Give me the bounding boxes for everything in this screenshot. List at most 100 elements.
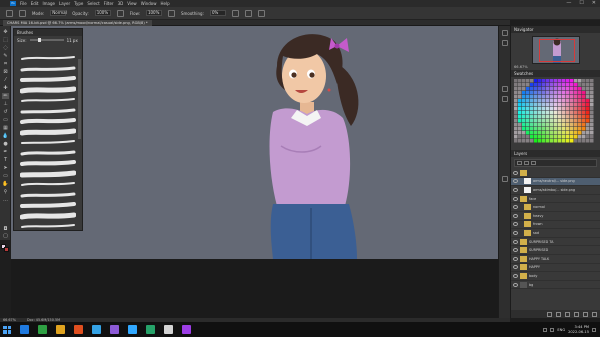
color-swatch[interactable]: [550, 119, 554, 123]
color-swatch[interactable]: [550, 127, 554, 131]
color-swatch[interactable]: [590, 139, 594, 143]
color-swatch[interactable]: [570, 131, 574, 135]
settings-gear-icon[interactable]: [231, 9, 239, 17]
taskbar-app-icon[interactable]: [128, 325, 137, 334]
color-swatch[interactable]: [590, 83, 594, 87]
color-swatch[interactable]: [538, 111, 542, 115]
brush-preset[interactable]: [19, 163, 77, 177]
color-swatch[interactable]: [554, 91, 558, 95]
taskbar-app-icon[interactable]: [182, 325, 191, 334]
color-swatch[interactable]: [562, 103, 566, 107]
color-swatch[interactable]: [530, 83, 534, 87]
color-swatch[interactable]: [582, 107, 586, 111]
color-swatch[interactable]: [530, 119, 534, 123]
color-swatch[interactable]: [518, 127, 522, 131]
color-swatch[interactable]: [586, 119, 590, 123]
color-swatch[interactable]: [558, 103, 562, 107]
color-swatch[interactable]: [582, 91, 586, 95]
color-swatch[interactable]: [566, 83, 570, 87]
color-swatch[interactable]: [518, 91, 522, 95]
delete-layer-icon[interactable]: [592, 311, 597, 317]
path-select-tool-icon[interactable]: ➤: [2, 165, 9, 171]
color-swatch[interactable]: [582, 103, 586, 107]
color-swatch[interactable]: [558, 107, 562, 111]
color-swatch[interactable]: [542, 119, 546, 123]
color-swatch[interactable]: [546, 111, 550, 115]
color-swatch[interactable]: [558, 87, 562, 91]
color-swatch[interactable]: [578, 99, 582, 103]
color-swatch[interactable]: [546, 135, 550, 139]
visibility-eye-icon[interactable]: [513, 170, 518, 175]
color-swatch[interactable]: [546, 139, 550, 143]
color-swatch[interactable]: [514, 99, 518, 103]
color-swatch[interactable]: [538, 79, 542, 83]
move-tool-icon[interactable]: ✥: [2, 29, 9, 35]
layers-filter-row[interactable]: [514, 159, 597, 167]
color-swatch[interactable]: [530, 127, 534, 131]
color-swatch[interactable]: [566, 127, 570, 131]
volume-icon[interactable]: [550, 327, 555, 332]
color-swatch[interactable]: [590, 99, 594, 103]
color-swatch[interactable]: [550, 131, 554, 135]
brush-tool-icon[interactable]: ✏: [2, 93, 9, 99]
color-swatch[interactable]: [570, 119, 574, 123]
color-swatch[interactable]: [574, 95, 578, 99]
taskbar-app-icon[interactable]: [110, 325, 119, 334]
color-swatch[interactable]: [534, 111, 538, 115]
quick-select-tool-icon[interactable]: ✎: [2, 53, 9, 59]
layer-row[interactable]: SURPRISED TA: [511, 238, 600, 247]
adjustments-icon[interactable]: [502, 96, 508, 102]
color-swatch[interactable]: [574, 135, 578, 139]
color-swatch[interactable]: [530, 107, 534, 111]
canvas[interactable]: [11, 26, 510, 259]
color-swatch[interactable]: [550, 83, 554, 87]
color-swatch[interactable]: [578, 79, 582, 83]
menu-file[interactable]: File: [20, 0, 27, 7]
color-swatch[interactable]: [518, 87, 522, 91]
color-swatch[interactable]: [522, 119, 526, 123]
color-swatch[interactable]: [526, 139, 530, 143]
color-swatch[interactable]: [554, 99, 558, 103]
color-swatch[interactable]: [514, 135, 518, 139]
color-swatch[interactable]: [542, 103, 546, 107]
color-swatch[interactable]: [550, 139, 554, 143]
color-swatch[interactable]: [514, 115, 518, 119]
color-swatch[interactable]: [522, 95, 526, 99]
network-icon[interactable]: [543, 327, 548, 332]
visibility-eye-icon[interactable]: [513, 248, 518, 253]
windows-start-icon[interactable]: [3, 325, 11, 334]
visibility-eye-icon[interactable]: [513, 179, 518, 184]
color-swatch[interactable]: [546, 127, 550, 131]
taskbar-app-icon[interactable]: [74, 325, 83, 334]
color-swatch[interactable]: [566, 103, 570, 107]
color-swatch[interactable]: [558, 111, 562, 115]
filter-pixel-icon[interactable]: [524, 161, 529, 165]
color-swatch[interactable]: [558, 91, 562, 95]
color-swatch[interactable]: [570, 83, 574, 87]
color-swatch[interactable]: [518, 123, 522, 127]
color-swatch[interactable]: [570, 103, 574, 107]
color-swatch[interactable]: [550, 115, 554, 119]
color-swatch[interactable]: [590, 103, 594, 107]
color-swatch[interactable]: [542, 131, 546, 135]
color-swatch[interactable]: [566, 111, 570, 115]
color-swatch[interactable]: [518, 95, 522, 99]
color-swatch[interactable]: [570, 139, 574, 143]
color-swatch[interactable]: [570, 123, 574, 127]
color-swatch[interactable]: [566, 87, 570, 91]
color-swatch[interactable]: [562, 131, 566, 135]
color-swatch[interactable]: [566, 131, 570, 135]
history-icon[interactable]: [502, 30, 508, 36]
color-swatch[interactable]: [578, 131, 582, 135]
color-swatch[interactable]: [570, 111, 574, 115]
visibility-eye-icon[interactable]: [513, 282, 518, 287]
taskbar-app-icon[interactable]: [38, 325, 47, 334]
color-swatch[interactable]: [542, 127, 546, 131]
color-swatch[interactable]: [562, 79, 566, 83]
layer-row[interactable]: HAPPY TALK: [511, 255, 600, 264]
color-swatch[interactable]: [534, 135, 538, 139]
color-swatch[interactable]: [538, 127, 542, 131]
navigator-thumbnail[interactable]: [531, 36, 580, 64]
color-swatch[interactable]: [574, 103, 578, 107]
color-swatch[interactable]: [582, 79, 586, 83]
